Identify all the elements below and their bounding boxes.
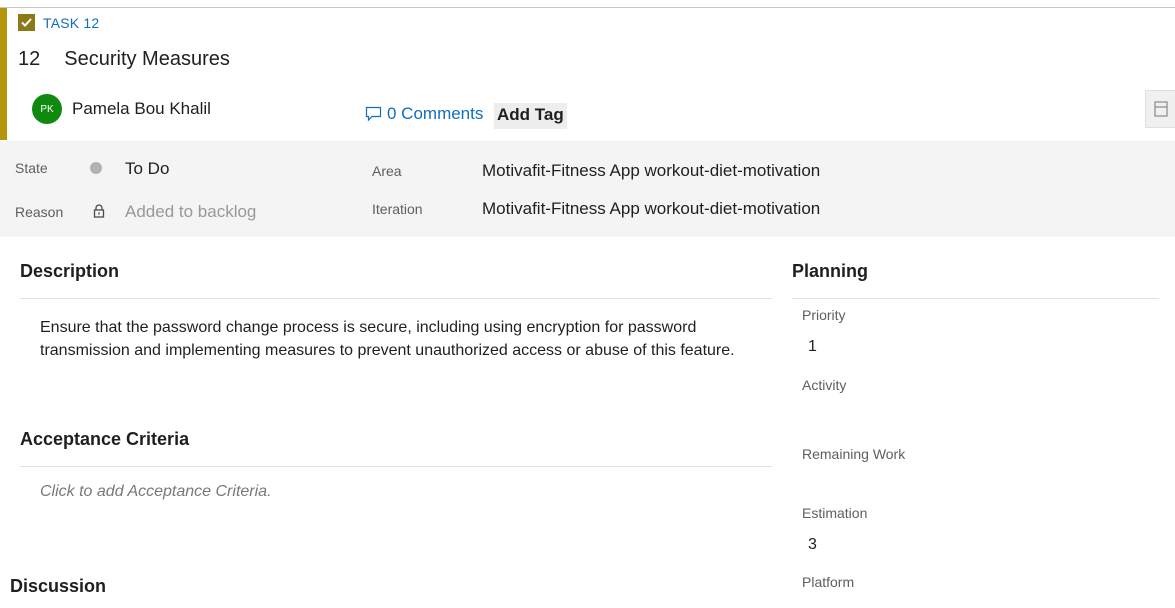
assignee-name: Pamela Bou Khalil — [72, 99, 211, 118]
priority-field[interactable]: 1 — [808, 338, 817, 356]
priority-label: Priority — [802, 307, 846, 323]
work-item-type-label: TASK 12 — [43, 14, 100, 31]
activity-label: Activity — [802, 377, 847, 393]
iteration-label: Iteration — [372, 201, 423, 217]
remaining-work-label: Remaining Work — [802, 446, 906, 462]
panel-icon — [1153, 101, 1168, 117]
estimation-label: Estimation — [802, 505, 868, 521]
reason-field: Added to backlog — [125, 202, 257, 221]
assignee-picker[interactable]: PK Pamela Bou Khalil — [32, 94, 211, 124]
work-item-title-row: 12 Security Measures — [18, 48, 230, 71]
estimation-field[interactable]: 3 — [808, 536, 817, 554]
work-item-color-bar — [0, 8, 7, 140]
add-tag-button[interactable]: Add Tag — [494, 103, 567, 129]
state-indicator-icon — [90, 162, 102, 174]
work-item-type: TASK 12 — [18, 14, 99, 31]
reason-label: Reason — [15, 204, 64, 220]
lock-icon — [93, 204, 105, 223]
comments-count-label: 0 Comments — [387, 104, 484, 123]
iteration-field[interactable]: Motivafit-Fitness App workout-diet-motiv… — [482, 199, 820, 219]
acceptance-criteria-field[interactable]: Click to add Acceptance Criteria. — [40, 483, 272, 501]
description-heading: Description — [20, 261, 120, 281]
work-item-id: 12 — [18, 48, 41, 70]
discussion-heading: Discussion — [10, 576, 107, 596]
state-label: State — [15, 160, 48, 176]
comments-link[interactable]: 0 Comments — [365, 104, 483, 124]
state-field[interactable]: To Do — [125, 159, 169, 179]
planning-divider — [792, 298, 1159, 299]
task-check-icon — [18, 14, 35, 31]
top-divider — [0, 7, 1175, 8]
comment-icon — [365, 106, 382, 122]
avatar: PK — [32, 94, 62, 124]
area-label: Area — [372, 163, 402, 179]
side-panel-button[interactable] — [1145, 90, 1175, 128]
area-field[interactable]: Motivafit-Fitness App workout-diet-motiv… — [482, 161, 820, 181]
description-divider — [20, 298, 772, 299]
planning-heading: Planning — [792, 261, 868, 281]
acceptance-criteria-divider — [20, 466, 772, 467]
platform-label: Platform — [802, 574, 855, 590]
header-fields-panel: State To Do Reason Added to backlog Area… — [0, 141, 1175, 237]
work-item-title[interactable]: Security Measures — [64, 48, 230, 71]
description-field[interactable]: Ensure that the password change process … — [40, 316, 770, 362]
acceptance-criteria-heading: Acceptance Criteria — [20, 429, 190, 449]
